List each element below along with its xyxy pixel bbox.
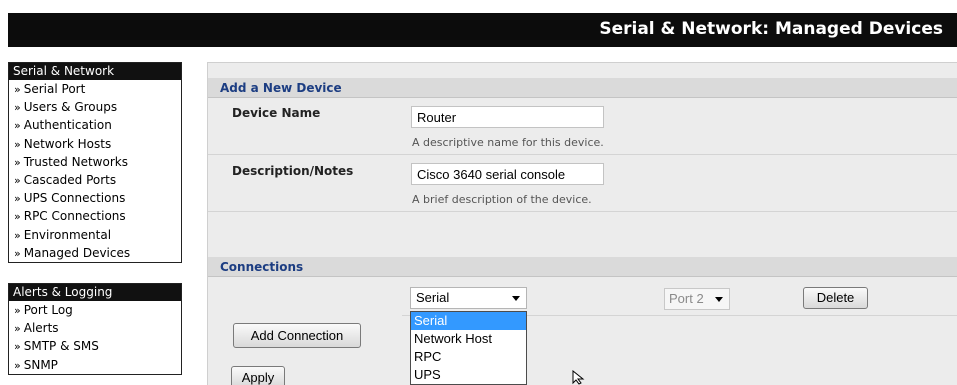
sidebar-item-label: RPC Connections (23, 209, 126, 224)
bullet-icon: » (14, 137, 21, 151)
bullet-icon: » (14, 210, 21, 224)
sidebar-item-alerts[interactable]: » Alerts (9, 319, 181, 337)
sidebar-item-label: Port Log (23, 303, 73, 317)
sidebar-item-label: Serial Port (23, 82, 86, 96)
option-network-host[interactable]: Network Host (411, 330, 526, 348)
sidebar-item-label: Network Hosts (23, 136, 112, 151)
bullet-icon: » (14, 192, 21, 206)
divider (208, 211, 957, 212)
sidebar-section-title: Alerts & Logging (9, 284, 181, 301)
port-value: Port 2 (669, 291, 704, 306)
option-rpc[interactable]: RPC (411, 348, 526, 366)
sidebar-item-cascaded-ports[interactable]: » Cascaded Ports (9, 171, 181, 189)
bullet-icon: » (14, 101, 21, 115)
sidebar-item-authentication[interactable]: » Authentication (9, 116, 181, 134)
sidebar-item-label: Environmental (23, 227, 112, 242)
bullet-icon: » (14, 155, 21, 169)
sidebar-item-label: Cascaded Ports (23, 172, 117, 187)
bullet-icon: » (14, 358, 21, 372)
chevron-down-icon (512, 296, 520, 301)
description-hint: A brief description of the device. (412, 193, 592, 206)
bullet-icon: » (14, 173, 21, 187)
sidebar-item-port-log[interactable]: » Port Log (9, 301, 181, 319)
option-ups[interactable]: UPS (411, 366, 526, 384)
divider (208, 154, 957, 155)
option-serial[interactable]: Serial (411, 312, 526, 330)
sidebar-item-label: Managed Devices (23, 245, 131, 260)
main-content: Add a New Device Device Name Router A de… (207, 62, 957, 385)
sidebar-item-label: SMTP & SMS (23, 339, 99, 354)
bullet-icon: » (14, 246, 21, 260)
sidebar-item-rpc-connections[interactable]: » RPC Connections (9, 207, 181, 225)
delete-button[interactable]: Delete (803, 287, 868, 309)
connection-type-value: Serial (416, 290, 450, 305)
bullet-icon: » (14, 304, 21, 317)
bullet-icon: » (14, 119, 21, 133)
sidebar-item-snmp[interactable]: » SNMP (9, 356, 181, 374)
sidebar-item-ups-connections[interactable]: » UPS Connections (9, 189, 181, 207)
sidebar-item-serial-port[interactable]: » Serial Port (9, 80, 181, 98)
page-header: Serial & Network: Managed Devices (8, 13, 957, 47)
sidebar-section-title: Serial & Network (9, 63, 181, 80)
sidebar-item-users-groups[interactable]: » Users & Groups (9, 98, 181, 116)
connection-type-dropdown[interactable]: Serial Network Host RPC UPS (410, 311, 527, 385)
sidebar-item-smtp-sms[interactable]: » SMTP & SMS (9, 337, 181, 355)
device-name-field[interactable]: Router (411, 106, 604, 128)
sidebar-item-network-hosts[interactable]: » Network Hosts (9, 135, 181, 153)
device-name-hint: A descriptive name for this device. (412, 136, 604, 149)
page-title: Serial & Network: Managed Devices (599, 19, 943, 39)
sidebar-item-trusted-networks[interactable]: » Trusted Networks (9, 153, 181, 171)
sidebar-item-managed-devices[interactable]: » Managed Devices (9, 244, 181, 262)
bullet-icon: » (14, 340, 21, 354)
sidebar-section-alerts-logging: Alerts & Logging » Port Log » Alerts » SMTP… (8, 283, 182, 375)
sidebar-section-serial-network: Serial & Network » Serial Port » Users & G… (8, 62, 182, 263)
chevron-down-icon (715, 297, 723, 302)
description-label: Description/Notes (232, 164, 354, 178)
apply-button[interactable]: Apply (231, 366, 285, 385)
sidebar-item-environmental[interactable]: » Environmental (9, 226, 181, 244)
sidebar-item-label: Alerts (23, 321, 59, 336)
add-connection-button[interactable]: Add Connection (233, 323, 361, 348)
mouse-cursor-icon (572, 370, 585, 385)
bullet-icon: » (14, 228, 21, 242)
device-name-label: Device Name (232, 106, 321, 120)
port-select[interactable]: Port 2 (664, 288, 730, 310)
description-field[interactable]: Cisco 3640 serial console (411, 163, 604, 185)
sidebar-item-label: Users & Groups (23, 100, 118, 115)
sidebar-item-label: Trusted Networks (23, 154, 128, 169)
connection-type-select[interactable]: Serial (410, 287, 527, 309)
sidebar-item-label: SNMP (23, 357, 58, 372)
sidebar-item-label: Authentication (23, 118, 112, 133)
add-device-heading: Add a New Device (208, 78, 957, 98)
sidebar-item-label: UPS Connections (23, 191, 126, 206)
bullet-icon: » (14, 83, 21, 96)
connections-heading: Connections (208, 257, 957, 277)
bullet-icon: » (14, 322, 21, 336)
